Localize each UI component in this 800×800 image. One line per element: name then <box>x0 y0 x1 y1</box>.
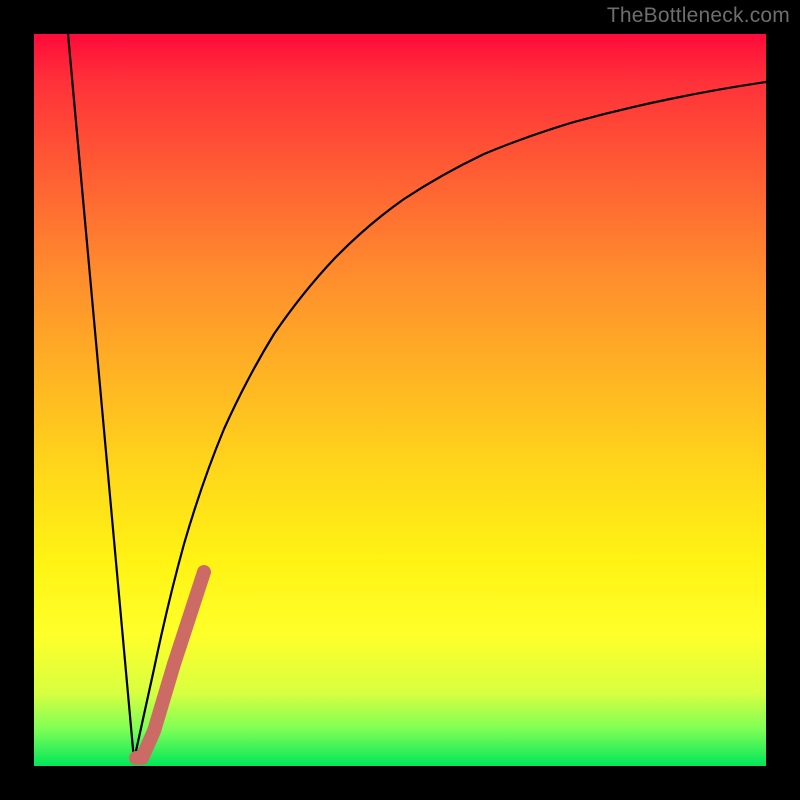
chart-frame: TheBottleneck.com <box>0 0 800 800</box>
series-left-descent <box>68 34 134 760</box>
series-right-curve <box>134 82 766 760</box>
plot-area <box>34 34 766 766</box>
chart-svg <box>34 34 766 766</box>
watermark-text: TheBottleneck.com <box>607 4 790 28</box>
